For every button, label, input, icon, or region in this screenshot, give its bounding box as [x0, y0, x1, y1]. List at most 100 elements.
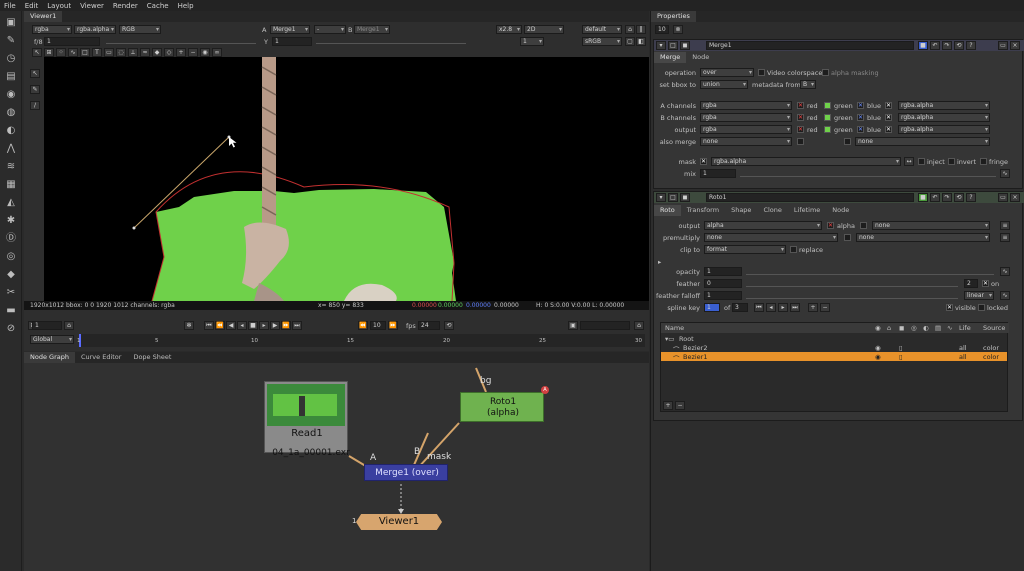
color-icon[interactable]: ◉ [5, 89, 17, 101]
metadata-dropdown[interactable]: B [800, 80, 816, 89]
3d-icon[interactable]: ▦ [5, 179, 17, 191]
tab-shape[interactable]: Shape [725, 205, 757, 216]
feather-passes-field[interactable]: 2 [964, 279, 978, 288]
replace-checkbox[interactable] [790, 246, 797, 253]
viewer-canvas[interactable] [44, 57, 649, 301]
bbox-dropdown[interactable]: union [700, 80, 748, 89]
step-field[interactable]: 10 [370, 321, 386, 330]
mix-animation-icon[interactable]: ∿ [1000, 169, 1010, 178]
zoom-dropdown[interactable]: x2.8 [496, 25, 522, 34]
transform-icon[interactable]: ≋ [5, 161, 17, 173]
float-panel-icon[interactable]: ▭ [998, 41, 1008, 50]
out-red-checkbox[interactable]: ✕ [797, 126, 804, 133]
add-icon[interactable]: + [176, 48, 186, 57]
premultiply-checkbox[interactable] [844, 234, 851, 241]
a-channels-dropdown[interactable]: rgba [700, 101, 792, 110]
col-lock-icon[interactable]: ⌂ [887, 324, 891, 332]
roto-color-swatch-icon[interactable]: ■ [918, 193, 928, 202]
premultiply-menu-icon[interactable]: ≡ [1000, 233, 1010, 242]
remove-shape-icon[interactable]: − [675, 401, 685, 410]
play-forward-icon[interactable]: ▶ [270, 321, 280, 330]
viewer1-node[interactable]: Viewer1 [356, 514, 442, 530]
last-key-icon[interactable]: ⏭ [790, 303, 800, 312]
tab-properties[interactable]: Properties [651, 11, 696, 22]
next-key-icon[interactable]: ▸ [778, 303, 788, 312]
mask-dropdown[interactable]: rgba.alpha [711, 157, 901, 166]
feather-falloff-slider[interactable] [746, 293, 958, 299]
falloff-animation-icon[interactable]: ∿ [1000, 291, 1010, 300]
bezier-tool-icon[interactable]: ✎ [30, 85, 40, 94]
select-icon[interactable]: ↖ [32, 48, 42, 57]
tab-curve-editor[interactable]: Curve Editor [75, 352, 127, 363]
colorspace-dropdown[interactable]: RGB [119, 25, 161, 34]
other-icon[interactable]: ✂ [5, 287, 17, 299]
roto-collapse-icon[interactable]: ▾ [656, 193, 666, 202]
tab-merge-node[interactable]: Node [686, 52, 715, 63]
b-green-checkbox[interactable] [824, 114, 831, 121]
current-frame-field[interactable]: 1 [32, 321, 62, 330]
frame-lock-icon[interactable]: ⌂ [64, 321, 74, 330]
roto-revert-icon[interactable]: ⟲ [954, 193, 964, 202]
play-backward-icon[interactable]: ◀ [226, 321, 236, 330]
out-blue-checkbox[interactable]: ✕ [857, 126, 864, 133]
bezier2-color-icon[interactable]: ▯ [899, 344, 903, 352]
also-merge-dropdown-2[interactable]: none [855, 137, 990, 146]
end-frame-field[interactable] [580, 321, 630, 330]
draw-icon[interactable]: ✎ [5, 35, 17, 47]
tab-transform[interactable]: Transform [681, 205, 725, 216]
furnace-icon[interactable]: ⊘ [5, 323, 17, 335]
menu-help[interactable]: Help [178, 2, 194, 10]
clip-icon[interactable]: ◧ [636, 37, 646, 46]
timeline-ruler[interactable]: 1 5 10 15 20 25 30 [77, 334, 645, 347]
tab-roto[interactable]: Roto [654, 205, 681, 216]
premultiply-dropdown[interactable]: none [704, 233, 838, 242]
feather-field[interactable]: 0 [704, 279, 742, 288]
clear-panels-icon[interactable]: ⊗ [673, 25, 683, 34]
stop-icon[interactable]: ■ [248, 321, 258, 330]
metadata-icon[interactable]: ◎ [5, 251, 17, 263]
view-mode-dropdown[interactable]: 2D [524, 25, 564, 34]
tab-roto-node[interactable]: Node [826, 205, 855, 216]
float-icon[interactable]: □ [668, 41, 678, 50]
out-green-checkbox[interactable] [824, 126, 831, 133]
node-color-icon[interactable]: ◼ [680, 41, 690, 50]
menu-viewer[interactable]: Viewer [80, 2, 104, 10]
gamma-slider[interactable] [316, 38, 466, 44]
out-alpha-checkbox[interactable]: ✕ [885, 126, 892, 133]
opacity-animation-icon[interactable]: ∿ [1000, 267, 1010, 276]
close-panel-icon[interactable]: × [1010, 41, 1020, 50]
gamma-field[interactable]: 1 [272, 37, 312, 46]
roto-help-icon[interactable]: ? [966, 193, 976, 202]
transform-tool-icon[interactable]: ⊞ [44, 48, 54, 57]
roto-alpha-checkbox[interactable]: ✕ [827, 222, 834, 229]
fps-field[interactable]: 24 [418, 321, 440, 330]
roto1-name-field[interactable]: Roto1 [706, 193, 914, 202]
tab-dope-sheet[interactable]: Dope Sheet [127, 352, 177, 363]
particles-icon[interactable]: ✱ [5, 215, 17, 227]
tab-clone[interactable]: Clone [757, 205, 787, 216]
feather-slider[interactable] [746, 281, 958, 287]
next-keyframe-icon[interactable]: ⏩ [281, 321, 291, 330]
mix-slider[interactable] [740, 171, 996, 177]
step-forward-icon[interactable]: ⏩ [388, 321, 398, 330]
invert-checkbox[interactable] [948, 158, 955, 165]
time-icon[interactable]: ◷ [5, 53, 17, 65]
select-all-tool-icon[interactable]: ↖ [30, 69, 40, 78]
frame-dropdown[interactable]: 1 [520, 37, 544, 46]
playback-options-icon[interactable]: ✻ [184, 321, 194, 330]
channels-dropdown[interactable]: rgba [32, 25, 72, 34]
col-life[interactable]: Life [959, 324, 971, 332]
loop-icon[interactable]: ⟲ [444, 321, 454, 330]
mix-field[interactable]: 1 [700, 169, 736, 178]
spline-total-field[interactable]: 3 [732, 303, 748, 312]
roto1-node[interactable]: Roto1 (alpha) [460, 392, 544, 422]
operation-dropdown[interactable]: over [700, 68, 754, 77]
tree-row-bezier1[interactable]: ⌒ Bezier1 ◉ ▯ all color [661, 352, 1007, 363]
image-icon[interactable]: ▣ [5, 17, 17, 29]
tab-lifetime[interactable]: Lifetime [788, 205, 826, 216]
bezier2-visible-icon[interactable]: ◉ [875, 344, 881, 352]
col-visible-icon[interactable]: ◉ [875, 324, 881, 332]
lut-dropdown[interactable]: default [582, 25, 622, 34]
points-icon[interactable]: ⁘ [56, 48, 66, 57]
merge1-node[interactable]: Merge1 (over) [364, 464, 448, 481]
